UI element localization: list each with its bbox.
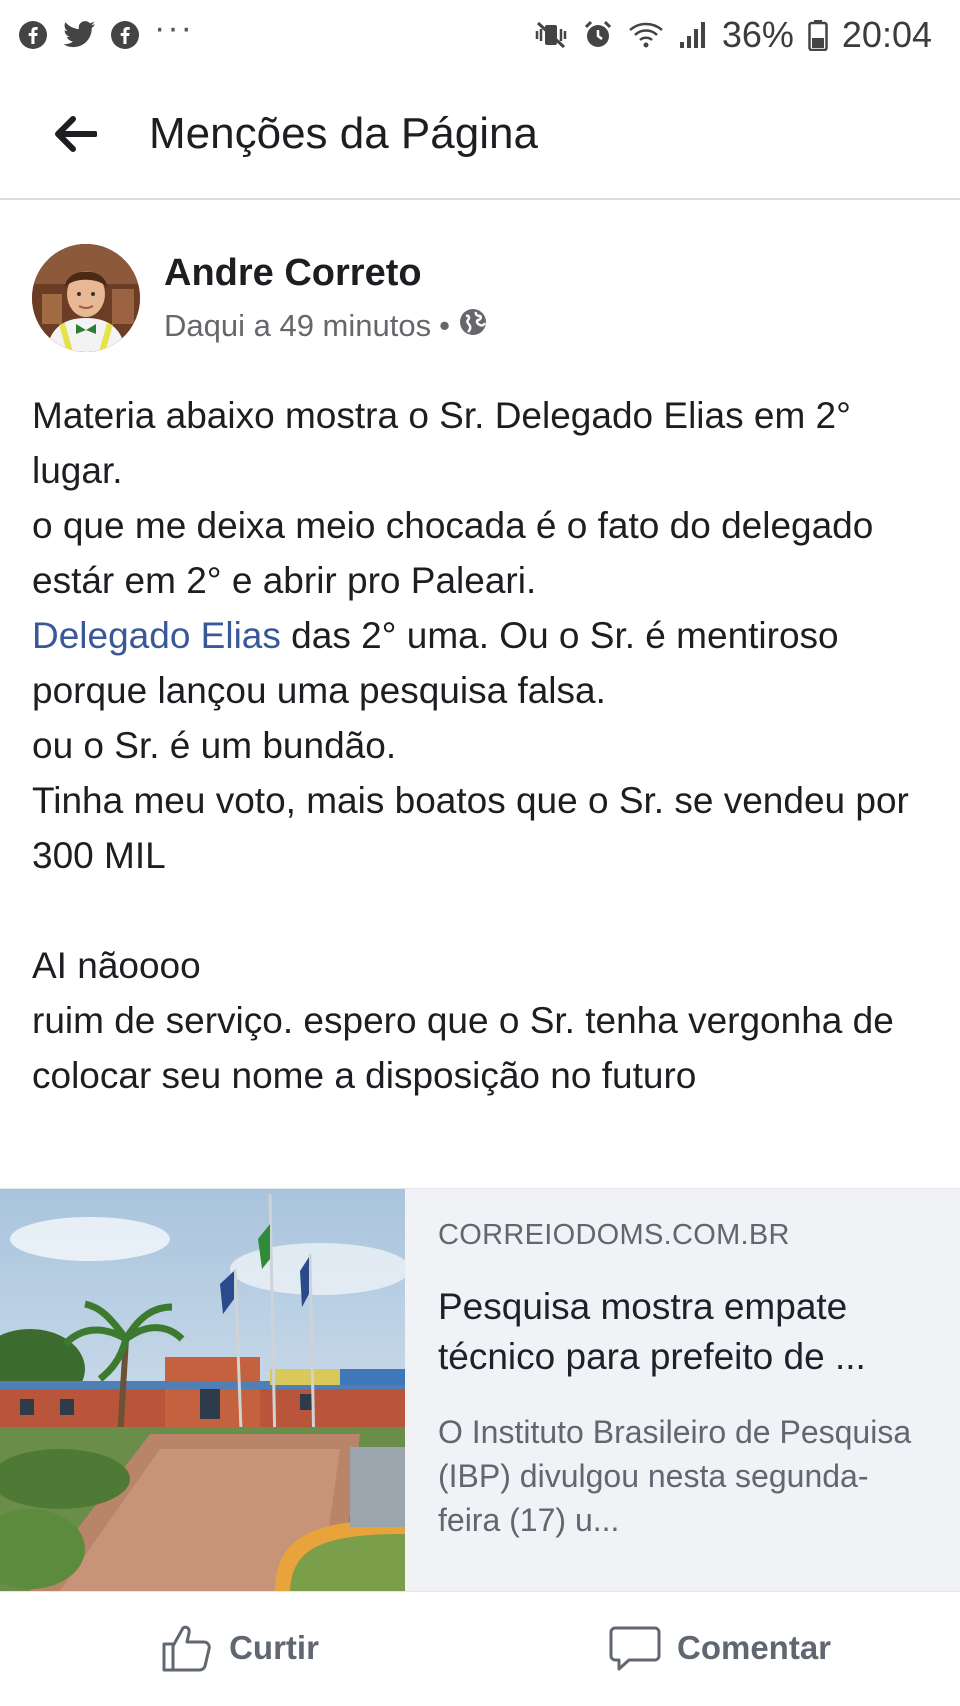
post-paragraph: Tinha meu voto, mais boatos que o Sr. se… bbox=[32, 780, 909, 876]
post-paragraph: ou o Sr. é um bundão. bbox=[32, 725, 397, 766]
link-description: O Instituto Brasileiro de Pesquisa (IBP)… bbox=[438, 1414, 912, 1538]
more-notifications-icon: ··· bbox=[154, 9, 194, 47]
app-header: Menções da Página bbox=[0, 70, 960, 200]
like-label: Curtir bbox=[229, 1629, 319, 1666]
post-paragraph: Delegado Elias das 2° uma. Ou o Sr. é me… bbox=[32, 608, 937, 718]
battery-icon bbox=[808, 19, 828, 51]
thumbs-up-icon bbox=[162, 1625, 211, 1672]
link-headline: Pesquisa mostra empate técnico para pref… bbox=[438, 1286, 866, 1377]
post-meta: Daqui a 49 minutos • bbox=[164, 307, 488, 345]
avatar[interactable] bbox=[32, 244, 140, 352]
twitter-icon bbox=[62, 20, 96, 50]
post-paragraph: AI nãoooo bbox=[32, 945, 201, 986]
like-button[interactable]: Curtir bbox=[0, 1622, 480, 1674]
comment-icon bbox=[609, 1626, 661, 1671]
link-preview-text[interactable]: CORREIODOMS.COM.BR Pesquisa mostra empat… bbox=[405, 1189, 960, 1591]
globe-icon bbox=[458, 307, 488, 345]
post-header: Andre Correto Daqui a 49 minutos • bbox=[32, 244, 488, 352]
post-paragraph: Materia abaixo mostra o Sr. Delegado Eli… bbox=[32, 395, 851, 491]
author-block: Andre Correto Daqui a 49 minutos • bbox=[164, 252, 488, 345]
comment-label: Comentar bbox=[676, 1629, 832, 1666]
post-paragraph: o que me deixa meio chocada é o fato do … bbox=[32, 505, 874, 601]
back-button[interactable] bbox=[35, 94, 115, 174]
author-name[interactable]: Andre Correto bbox=[164, 252, 488, 295]
clock-time: 20:04 bbox=[841, 14, 932, 55]
vibrate-mute-icon bbox=[534, 20, 568, 50]
arrow-left-icon bbox=[55, 116, 97, 152]
battery-percent: 36% bbox=[721, 14, 794, 55]
mention-link[interactable]: Delegado Elias bbox=[32, 615, 281, 656]
signal-icon bbox=[678, 20, 708, 50]
link-domain: CORREIODOMS.COM.BR bbox=[438, 1219, 790, 1251]
link-preview-card[interactable]: CORREIODOMS.COM.BR Pesquisa mostra empat… bbox=[0, 1188, 960, 1592]
post-paragraph: ruim de serviço. espero que o Sr. tenha … bbox=[32, 1000, 894, 1096]
status-bar: ··· 36% 20:04 bbox=[0, 0, 960, 70]
meta-separator: • bbox=[439, 307, 450, 343]
page-title: Menções da Página bbox=[149, 109, 538, 158]
link-preview-image[interactable] bbox=[0, 1189, 405, 1591]
messenger-icon bbox=[110, 20, 140, 50]
wifi-icon bbox=[628, 20, 664, 50]
status-left: ··· bbox=[18, 11, 194, 50]
status-right: 36% 20:04 bbox=[534, 14, 932, 56]
post-action-bar: Curtir Comentar bbox=[0, 1590, 960, 1706]
alarm-icon bbox=[582, 19, 614, 51]
post-body: Materia abaixo mostra o Sr. Delegado Eli… bbox=[32, 388, 937, 1103]
post-timestamp[interactable]: Daqui a 49 minutos bbox=[164, 308, 431, 344]
comment-button[interactable]: Comentar bbox=[480, 1622, 960, 1674]
facebook-icon bbox=[18, 20, 48, 50]
